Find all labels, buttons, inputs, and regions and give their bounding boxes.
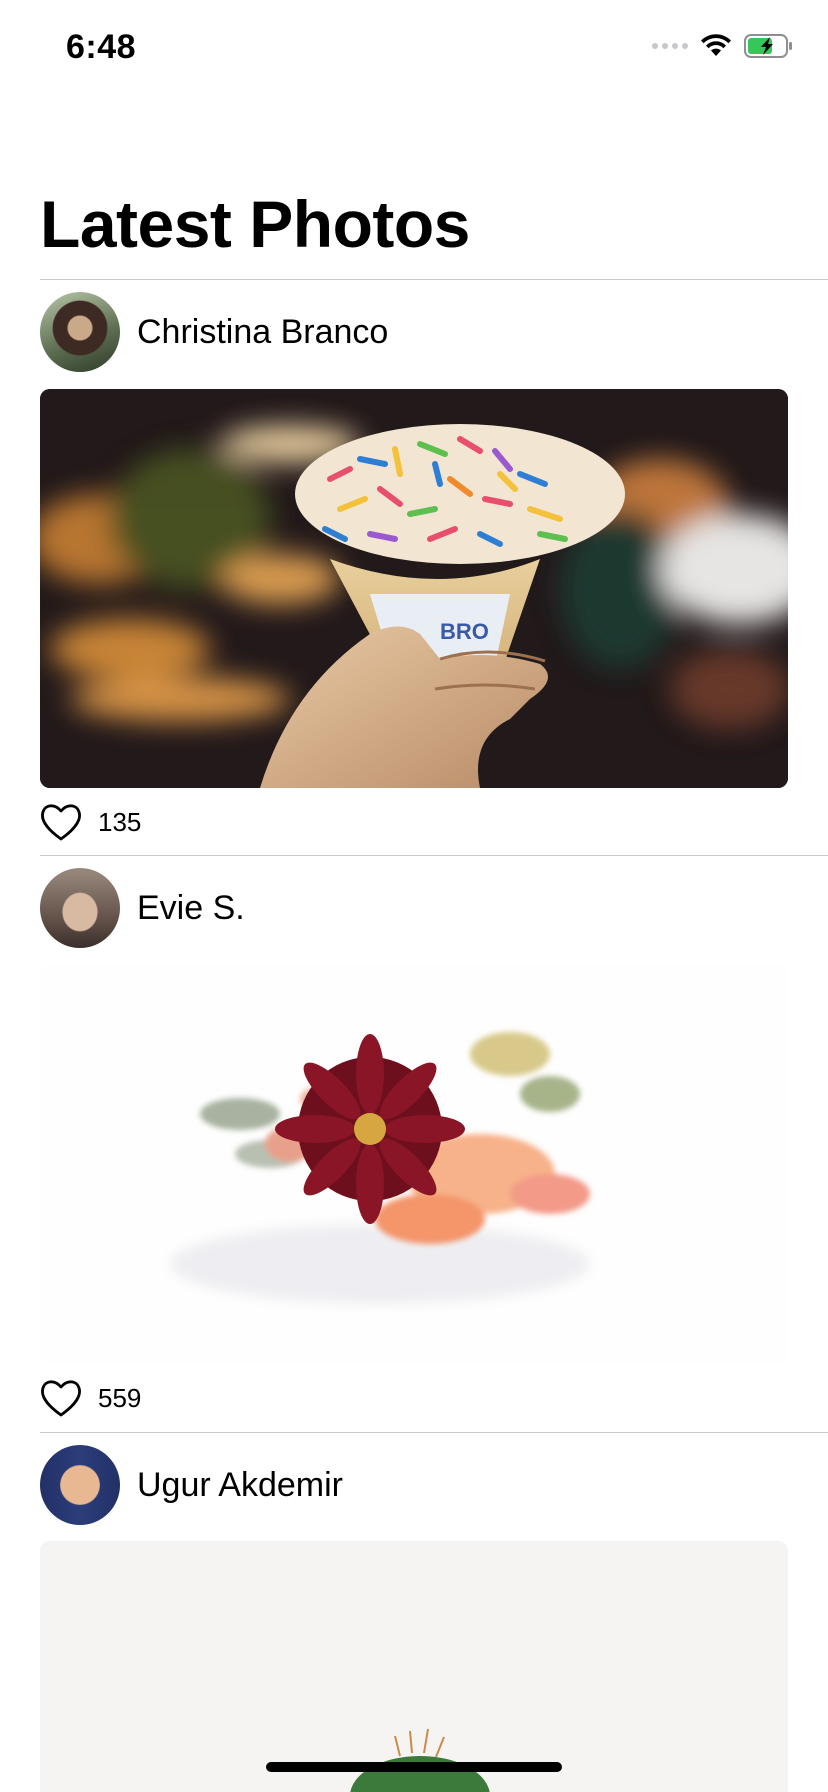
- post-header: Christina Branco: [40, 292, 388, 372]
- post-header: Ugur Akdemir: [40, 1445, 343, 1525]
- author-name[interactable]: Ugur Akdemir: [137, 1466, 343, 1505]
- avatar[interactable]: [40, 292, 120, 372]
- wifi-icon: [701, 34, 731, 56]
- feed-post[interactable]: Christina Branco BRO 135: [0, 280, 828, 855]
- svg-text:BRO: BRO: [440, 619, 489, 644]
- feed-post[interactable]: Ugur Akdemir: [0, 1433, 828, 1792]
- status-icons: [652, 34, 794, 58]
- battery-charging-icon: [744, 34, 792, 58]
- post-photo[interactable]: [40, 964, 788, 1364]
- likes-row: 559: [40, 1378, 141, 1418]
- heart-icon[interactable]: [40, 802, 82, 842]
- post-header: Evie S.: [40, 868, 245, 948]
- avatar[interactable]: [40, 868, 120, 948]
- author-name[interactable]: Evie S.: [137, 889, 245, 928]
- status-time: 6:48: [66, 28, 137, 66]
- photo-feed-screen: 6:48 Latest Photos Christina Branco BRO …: [0, 0, 828, 1792]
- post-photo[interactable]: [40, 1541, 788, 1792]
- author-name[interactable]: Christina Branco: [137, 313, 388, 352]
- cellular-signal-icon: [652, 43, 688, 49]
- likes-row: 135: [40, 802, 141, 842]
- home-indicator[interactable]: [266, 1762, 562, 1772]
- page-title: Latest Photos: [40, 187, 470, 261]
- status-bar: 6:48: [0, 0, 828, 100]
- post-photo[interactable]: BRO: [40, 389, 788, 788]
- feed-post[interactable]: Evie S. 559: [0, 856, 828, 1432]
- cactus-photo: [40, 1541, 788, 1792]
- heart-icon[interactable]: [40, 1378, 82, 1418]
- ice-cream-photo: BRO: [40, 389, 788, 788]
- flower-bouquet-photo: [40, 964, 788, 1364]
- likes-count: 135: [98, 806, 142, 837]
- likes-count: 559: [98, 1382, 142, 1413]
- avatar[interactable]: [40, 1445, 120, 1525]
